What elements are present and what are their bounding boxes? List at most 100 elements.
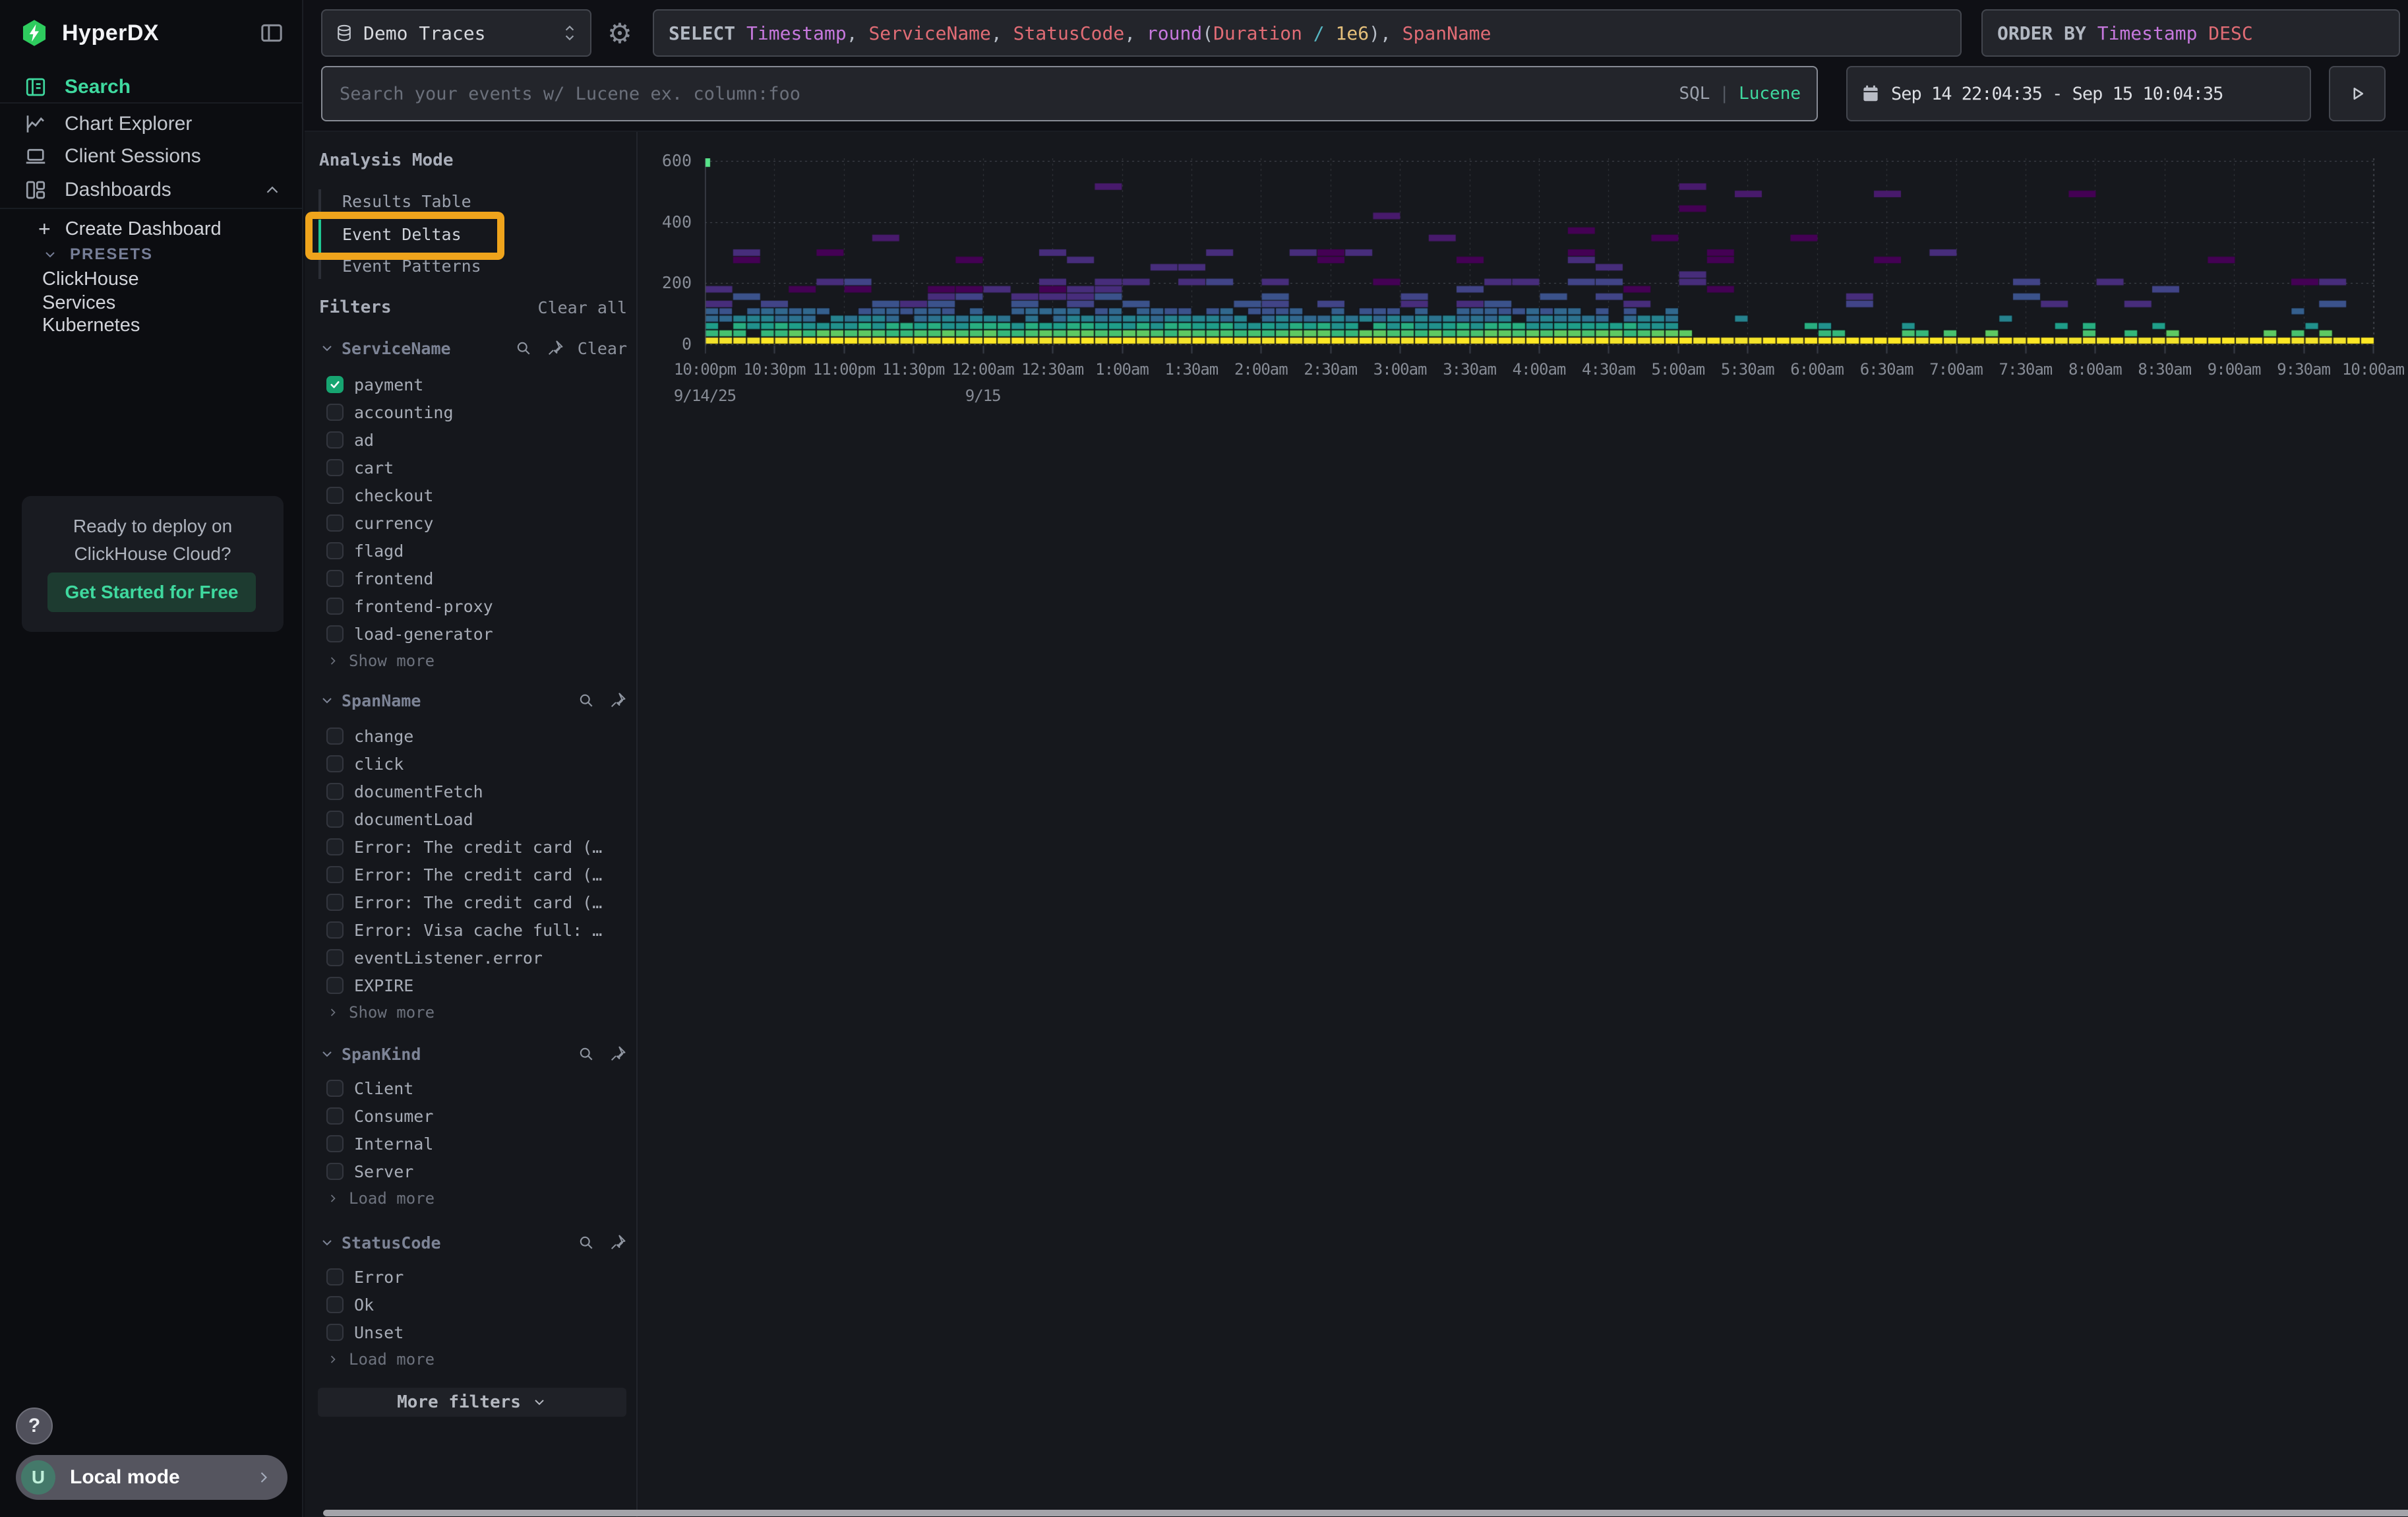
chevron-down-icon[interactable]	[319, 693, 335, 708]
checkbox[interactable]	[326, 838, 344, 855]
chevron-up-icon[interactable]	[262, 180, 282, 200]
filter-option[interactable]: accounting	[326, 398, 631, 426]
checkbox[interactable]	[326, 404, 344, 421]
filter-option[interactable]: frontend-proxy	[326, 592, 631, 620]
filter-option[interactable]: frontend	[326, 565, 631, 592]
mode-event-patterns[interactable]: Event Patterns	[342, 250, 481, 282]
checkbox[interactable]	[326, 376, 344, 393]
collapse-sidebar-icon[interactable]	[258, 20, 285, 46]
filter-option[interactable]: Server	[326, 1158, 631, 1185]
mode-event-deltas[interactable]: Event Deltas	[342, 217, 462, 251]
more-filters-button[interactable]: More filters	[318, 1388, 626, 1417]
help-button[interactable]: ?	[16, 1408, 53, 1444]
checkbox[interactable]	[326, 1135, 344, 1152]
filter-option[interactable]: Consumer	[326, 1102, 631, 1130]
pin-icon[interactable]	[609, 691, 627, 710]
pin-icon[interactable]	[546, 339, 564, 357]
language-toggle-lucene[interactable]: Lucene	[1739, 84, 1801, 104]
sidebar-item-chart-explorer[interactable]: Chart Explorer	[0, 108, 302, 140]
pin-icon[interactable]	[609, 1045, 627, 1063]
filter-option[interactable]: Error: The credit card (…	[326, 833, 631, 861]
horizontal-scrollbar[interactable]	[323, 1510, 2408, 1516]
chevron-down-icon[interactable]	[319, 1046, 335, 1062]
clear-all-filters-button[interactable]: Clear all	[538, 298, 627, 317]
filter-option[interactable]: checkout	[326, 481, 631, 509]
run-query-button[interactable]	[2329, 66, 2386, 121]
user-menu[interactable]: U Local mode	[16, 1455, 287, 1500]
filter-option[interactable]: eventListener.error	[326, 944, 631, 972]
filter-option[interactable]: payment	[326, 371, 631, 398]
checkbox[interactable]	[326, 977, 344, 994]
chevron-down-icon[interactable]	[319, 340, 335, 356]
filter-option[interactable]: cart	[326, 454, 631, 481]
filter-option[interactable]: currency	[326, 509, 631, 537]
duration-heatmap-canvas[interactable]	[705, 158, 2374, 356]
filter-option[interactable]: EXPIRE	[326, 972, 631, 999]
search-icon[interactable]	[514, 339, 533, 357]
time-range-picker[interactable]: Sep 14 22:04:35 - Sep 15 10:04:35	[1846, 66, 2311, 121]
search-icon[interactable]	[577, 1233, 595, 1252]
sql-select-editor[interactable]: SELECT Timestamp, ServiceName, StatusCod…	[653, 9, 1962, 57]
create-dashboard-button[interactable]: + Create Dashboard	[0, 214, 302, 243]
filter-option[interactable]: Client	[326, 1074, 631, 1102]
chevron-down-icon[interactable]	[319, 1235, 335, 1251]
show-more-servicename[interactable]: Show more	[326, 648, 435, 674]
checkbox[interactable]	[326, 921, 344, 939]
filter-option[interactable]: documentLoad	[326, 805, 631, 833]
analysis-mode-title: Analysis Mode	[319, 150, 454, 170]
language-toggle-sql[interactable]: SQL	[1679, 84, 1710, 104]
filter-option[interactable]: ad	[326, 426, 631, 454]
checkbox[interactable]	[326, 1296, 344, 1313]
checkbox[interactable]	[326, 783, 344, 800]
checkbox[interactable]	[326, 542, 344, 559]
filter-option[interactable]: Error	[326, 1263, 631, 1291]
load-more-statuscode[interactable]: Load more	[326, 1346, 435, 1373]
clear-group-button[interactable]: Clear	[578, 339, 627, 358]
filter-option[interactable]: load-generator	[326, 620, 631, 648]
filter-option[interactable]: Unset	[326, 1318, 631, 1346]
filter-option[interactable]: Error: The credit card (…	[326, 861, 631, 888]
checkbox[interactable]	[326, 431, 344, 449]
load-more-spankind[interactable]: Load more	[326, 1185, 435, 1212]
sidebar-item-dashboards[interactable]: Dashboards	[0, 173, 302, 206]
checkbox[interactable]	[326, 811, 344, 828]
checkbox[interactable]	[326, 866, 344, 883]
sidebar-item-client-sessions[interactable]: Client Sessions	[0, 140, 302, 173]
filter-option[interactable]: Ok	[326, 1291, 631, 1318]
checkbox[interactable]	[326, 459, 344, 476]
filter-option[interactable]: click	[326, 750, 631, 778]
filter-option[interactable]: change	[326, 722, 631, 750]
filter-option[interactable]: flagd	[326, 537, 631, 565]
checkbox[interactable]	[326, 1107, 344, 1125]
filter-option[interactable]: Internal	[326, 1130, 631, 1158]
checkbox[interactable]	[326, 487, 344, 504]
gear-icon[interactable]: ⚙	[600, 9, 640, 57]
user-mode-label: Local mode	[70, 1466, 255, 1489]
checkbox[interactable]	[326, 598, 344, 615]
show-more-spanname[interactable]: Show more	[326, 999, 435, 1026]
search-input[interactable]	[338, 83, 1679, 105]
source-select[interactable]: Demo Traces	[321, 9, 591, 57]
get-started-button[interactable]: Get Started for Free	[47, 573, 256, 612]
checkbox[interactable]	[326, 1268, 344, 1285]
checkbox[interactable]	[326, 1324, 344, 1341]
search-icon[interactable]	[577, 1045, 595, 1063]
sidebar-item-kubernetes[interactable]: Kubernetes	[0, 311, 302, 340]
filter-option[interactable]: documentFetch	[326, 778, 631, 805]
checkbox[interactable]	[326, 755, 344, 772]
checkbox[interactable]	[326, 1080, 344, 1097]
checkbox[interactable]	[326, 894, 344, 911]
sidebar-item-search[interactable]: Search	[0, 71, 302, 104]
order-by-editor[interactable]: ORDER BY Timestamp DESC	[1981, 9, 2400, 57]
checkbox[interactable]	[326, 949, 344, 966]
mode-results-table[interactable]: Results Table	[342, 185, 471, 217]
search-icon[interactable]	[577, 691, 595, 710]
filter-option[interactable]: Error: The credit card (…	[326, 888, 631, 916]
checkbox[interactable]	[326, 625, 344, 642]
checkbox[interactable]	[326, 570, 344, 587]
checkbox[interactable]	[326, 514, 344, 532]
checkbox[interactable]	[326, 1163, 344, 1180]
filter-option[interactable]: Error: Visa cache full: …	[326, 916, 631, 944]
checkbox[interactable]	[326, 728, 344, 745]
pin-icon[interactable]	[609, 1233, 627, 1252]
